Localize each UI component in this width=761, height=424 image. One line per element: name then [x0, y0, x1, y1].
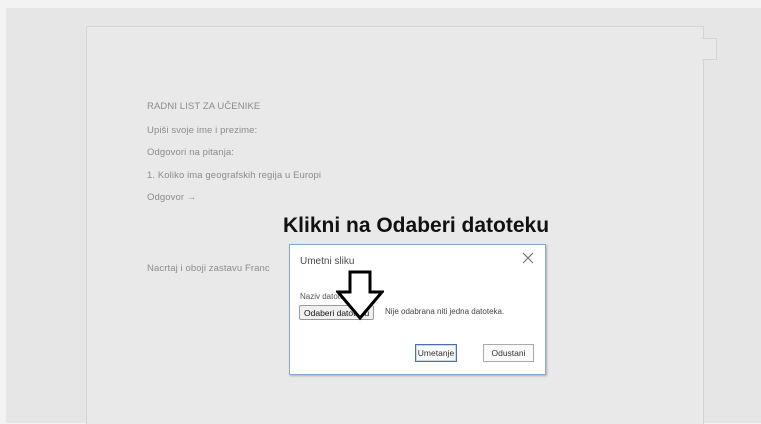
- insert-button[interactable]: Umetanje: [415, 344, 457, 362]
- dialog-title: Umetni sliku: [300, 256, 355, 267]
- page-side-tab: [702, 38, 717, 60]
- cancel-button[interactable]: Odustani: [483, 344, 534, 362]
- name-prompt: Upiši svoje ime i prezime:: [147, 125, 258, 136]
- file-status-text: Nije odabrana niti jedna datoteka.: [385, 307, 505, 316]
- insert-image-dialog: Umetni sliku Naziv datoteke: Odaberi dat…: [289, 244, 546, 375]
- close-icon[interactable]: [521, 251, 535, 265]
- choose-file-button[interactable]: Odaberi datoteku: [299, 305, 375, 320]
- worksheet-title: RADNI LIST ZA UČENIKE: [147, 101, 261, 112]
- question-1: 1. Koliko ima geografskih regija u Europ…: [147, 170, 322, 181]
- answer-instruction: Odgovori na pitanja:: [147, 147, 235, 158]
- answer-line: Odgovor →: [147, 192, 197, 203]
- file-name-label: Naziv datoteke:: [300, 292, 356, 301]
- instruction-overlay: Klikni na Odaberi datoteku: [283, 214, 550, 237]
- flag-task: Nacrtaj i oboji zastavu Franc: [147, 263, 270, 274]
